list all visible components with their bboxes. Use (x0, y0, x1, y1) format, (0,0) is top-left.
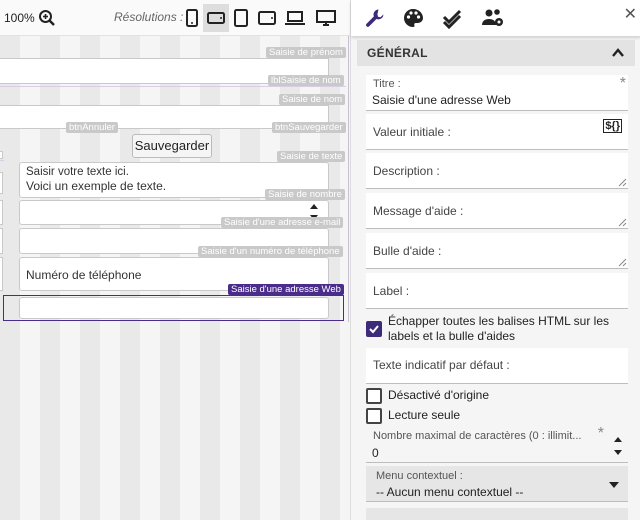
escape-html-label: Échapper toutes les balises HTML sur les… (388, 314, 609, 343)
help-bubble-label: Bulle d'aide : (373, 244, 442, 258)
phone-landscape-icon[interactable] (203, 4, 229, 32)
palette-icon[interactable] (402, 7, 424, 29)
escape-html-checkbox[interactable] (366, 321, 382, 337)
tag-saisie-nom: Saisie de nom (279, 94, 346, 105)
help-bubble-field[interactable]: Bulle d'aide : (366, 233, 628, 269)
label-field[interactable]: Label : (366, 273, 628, 309)
divider (0, 86, 346, 87)
disabled-checkbox[interactable] (366, 388, 382, 404)
description-field[interactable]: Description : (366, 153, 628, 189)
number-spinner-icon[interactable] (612, 433, 624, 459)
desktop-icon[interactable] (313, 4, 339, 32)
tag-saisie-telephone: Saisie d'un numéro de téléphone (198, 246, 343, 257)
required-icon: * (619, 75, 626, 92)
required-icon: * (597, 425, 604, 442)
design-canvas[interactable]: 100% Résolutions : Saisie de prénom lblS… (0, 0, 350, 520)
initial-value-field[interactable]: Valeur initiale : ${} (366, 114, 628, 150)
textarea-example: Voici un exemple de texte. (26, 179, 167, 193)
tag-saisie-prenom: Saisie de prénom (266, 47, 346, 58)
section-general-header[interactable]: GÉNÉRAL (357, 40, 635, 66)
edge-fragment (0, 257, 3, 291)
close-icon[interactable]: ✕ (624, 4, 637, 24)
placeholder-label: Texte indicatif par défaut : (373, 358, 510, 372)
textarea-placeholder: Saisir votre texte ici. (26, 166, 129, 178)
next-field-partial (366, 508, 628, 520)
tag-lbl-saisie-nom: lblSaisie de nom (268, 75, 344, 86)
placeholder-field[interactable]: Texte indicatif par défaut : (366, 348, 628, 384)
users-gear-icon[interactable] (481, 7, 503, 29)
resize-handle-icon[interactable] (618, 218, 627, 227)
phone-placeholder: Numéro de téléphone (26, 268, 142, 282)
phone-portrait-icon[interactable] (179, 4, 205, 32)
label-label: Label : (373, 284, 410, 298)
tablet-landscape-icon[interactable] (254, 4, 280, 32)
context-menu-label: Menu contextuel : (376, 470, 463, 482)
max-chars-field[interactable]: Nombre maximal de caractères (0 : illimi… (366, 425, 628, 463)
description-label: Description : (373, 164, 440, 178)
zoom-in-icon[interactable] (38, 9, 56, 27)
title-label: Titre : (373, 78, 401, 90)
edge-fragment (0, 228, 3, 254)
panel-tabs: ✕ (351, 0, 640, 36)
chevron-down-icon[interactable] (608, 481, 620, 489)
resize-handle-icon[interactable] (618, 258, 627, 267)
laptop-icon[interactable] (282, 4, 308, 32)
context-menu-value: -- Aucun menu contextuel -- (376, 485, 524, 499)
max-chars-value: 0 (372, 446, 379, 460)
save-button[interactable]: Sauvegarder (132, 134, 212, 158)
tag-btn-sauvegarder: btnSauvegarder (272, 122, 346, 133)
checkmark-icon[interactable] (441, 7, 463, 30)
divider (0, 160, 4, 161)
web-address-input[interactable] (19, 297, 329, 319)
variable-icon[interactable]: ${} (603, 119, 622, 133)
readonly-label: Lecture seule (388, 408, 461, 422)
tag-saisie-nombre: Saisie de nombre (265, 189, 345, 200)
resolutions-label: Résolutions : (114, 10, 184, 24)
disabled-label: Désactivé d'origine (388, 388, 490, 402)
title-value: Saisie d'une adresse Web (372, 93, 511, 107)
tag-btn-annuler: btnAnnuler (66, 122, 118, 133)
chevron-up-icon[interactable] (611, 46, 625, 64)
tag-saisie-web: Saisie d'une adresse Web (228, 284, 344, 295)
edge-fragment (0, 200, 3, 225)
wrench-icon[interactable] (364, 7, 386, 29)
canvas-toolbar: 100% Résolutions : (0, 0, 350, 36)
initial-value-label: Valeur initiale : (373, 125, 451, 139)
section-title: GÉNÉRAL (367, 46, 428, 60)
tablet-portrait-icon[interactable] (228, 4, 254, 32)
context-menu-select[interactable]: Menu contextuel : -- Aucun menu contextu… (366, 466, 628, 502)
edge-fragment (0, 151, 3, 159)
tag-saisie-texte: Saisie de texte (277, 151, 346, 162)
title-field[interactable]: Titre : Saisie d'une adresse Web * (366, 75, 628, 111)
help-message-label: Message d'aide : (373, 204, 464, 218)
readonly-checkbox[interactable] (366, 408, 382, 424)
tag-saisie-email: Saisie d'une adresse e-mail (221, 217, 344, 228)
max-chars-label: Nombre maximal de caractères (0 : illimi… (373, 430, 582, 442)
zoom-level[interactable]: 100% (4, 11, 35, 25)
edge-fragment (0, 172, 3, 194)
resize-handle-icon[interactable] (618, 178, 627, 187)
help-message-field[interactable]: Message d'aide : (366, 193, 628, 229)
